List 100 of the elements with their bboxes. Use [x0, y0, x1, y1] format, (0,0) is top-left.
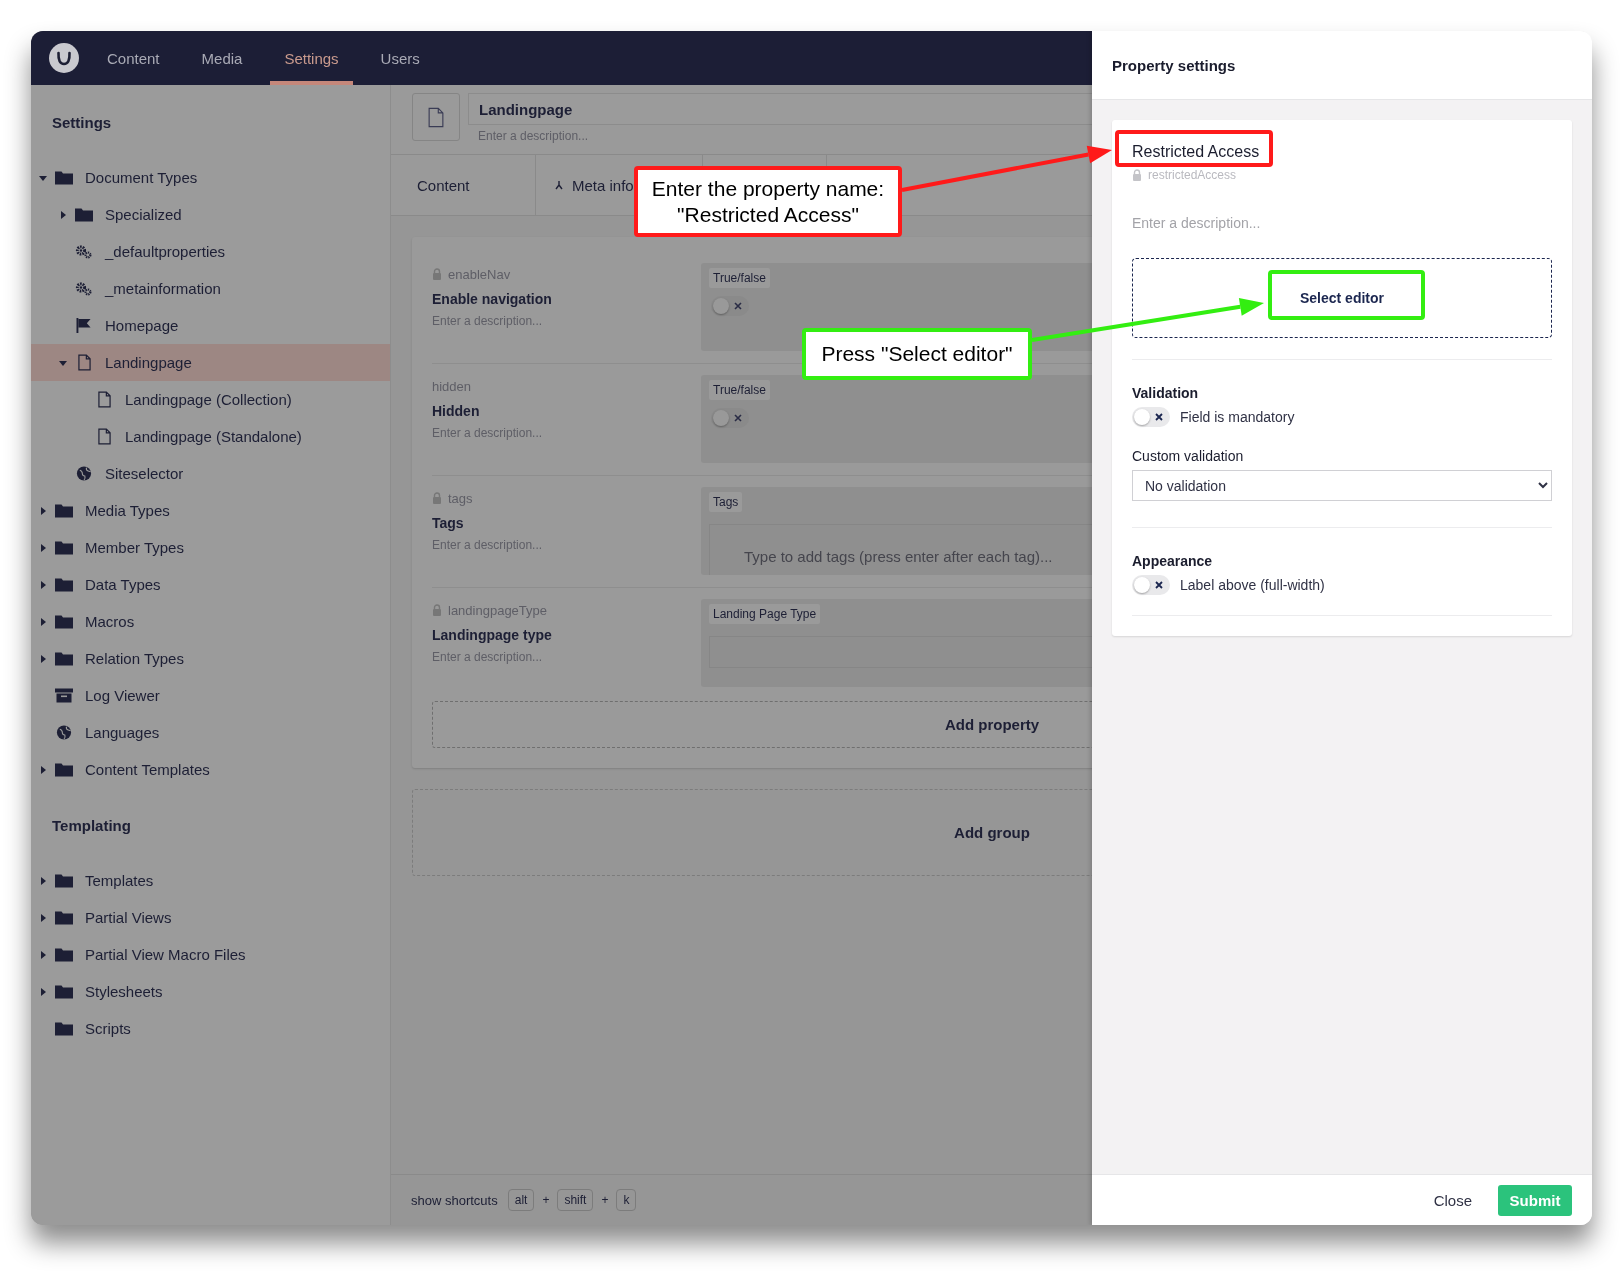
section-heading: Templating	[52, 816, 131, 834]
tree-item-row[interactable]: Log Viewer	[31, 677, 390, 714]
tree-item-row[interactable]: _defaultproperties	[31, 233, 390, 270]
flag-icon	[75, 318, 93, 333]
caret-right-icon[interactable]	[59, 210, 67, 219]
toggle-switch[interactable]	[1132, 407, 1170, 427]
tree-item-row[interactable]: Languages	[31, 714, 390, 751]
tree-item-row[interactable]: _metainformation	[31, 270, 390, 307]
tree-item-row[interactable]: Scripts	[31, 1010, 390, 1047]
toggle-switch[interactable]	[711, 296, 749, 316]
document-icon	[97, 428, 111, 445]
property-name: Enable navigation	[432, 291, 553, 307]
tab[interactable]: Content	[391, 155, 536, 215]
tree-item-row[interactable]: Landingpage (Collection)	[31, 381, 390, 418]
selected-tree-item-row[interactable]: Landingpage	[31, 344, 390, 381]
caret-right-icon[interactable]	[39, 987, 47, 996]
description-field[interactable]: Enter a description...	[432, 311, 701, 331]
folder-icon	[55, 577, 73, 592]
editor-label: True/false	[709, 268, 770, 288]
folder-icon	[55, 910, 73, 925]
globe-icon	[55, 725, 73, 740]
tree-item-row[interactable]: Relation Types	[31, 640, 390, 677]
shortcuts-label: show shortcuts	[411, 1192, 498, 1208]
tree-item-row[interactable]: Specialized	[31, 196, 390, 233]
caret-right-icon[interactable]	[39, 617, 47, 626]
tree-item-row[interactable]: Data Types	[31, 566, 390, 603]
editor-label: Tags	[709, 492, 743, 512]
description-field[interactable]: Enter a description...	[432, 535, 701, 555]
document-icon	[77, 354, 91, 371]
tree-item-row[interactable]: Partial View Macro Files	[31, 936, 390, 973]
caret-right-icon[interactable]	[39, 950, 47, 959]
toggle-switch[interactable]	[711, 408, 749, 428]
description-field[interactable]: Enter a description...	[432, 423, 701, 443]
globe-icon	[75, 466, 93, 481]
tree-item-row[interactable]: Document Types	[31, 159, 390, 196]
tree-item-row[interactable]: Homepage	[31, 307, 390, 344]
x-icon	[733, 301, 743, 311]
folder-icon	[55, 873, 73, 888]
description-field[interactable]: Enter a description...	[432, 647, 701, 667]
keyboard-key: k	[616, 1189, 637, 1211]
name-field[interactable]: Landingpage	[468, 93, 1092, 125]
tags-input-field[interactable]: Type to add tags (press enter after each tag)...	[709, 524, 1092, 575]
caret-right-icon[interactable]	[39, 506, 47, 515]
nav-tab[interactable]: Users	[366, 31, 434, 85]
toggle-switch[interactable]	[1132, 575, 1170, 595]
tree-item-row[interactable]: Landingpage (Standalone)	[31, 418, 390, 455]
keyboard-key: shift	[557, 1189, 594, 1211]
editor-label: True/false	[709, 380, 770, 400]
folder-icon	[55, 614, 73, 629]
archive-box-icon	[55, 688, 73, 703]
x-icon	[733, 413, 743, 423]
tree-item-row[interactable]: Stylesheets	[31, 973, 390, 1010]
plus-sign: +	[601, 1193, 609, 1207]
caret-right-icon[interactable]	[39, 654, 47, 663]
document-icon	[97, 391, 111, 408]
document-icon	[428, 106, 444, 128]
caret-right-icon[interactable]	[39, 580, 47, 589]
tree-item-row[interactable]: Media Types	[31, 492, 390, 529]
property-alias: restrictedAccess	[1148, 168, 1237, 182]
tree-item-row[interactable]: Templates	[31, 862, 390, 899]
callout-tooltip: Enter the property name: "Restricted Access"	[634, 166, 902, 237]
property-name: Hidden	[432, 403, 481, 419]
caret-right-icon[interactable]	[39, 765, 47, 774]
section-heading: Settings	[52, 113, 112, 131]
folder-icon	[55, 762, 73, 777]
nav-tab[interactable]: Content	[93, 31, 174, 85]
property-alias: landingpageType	[448, 602, 548, 618]
caret-right-icon[interactable]	[39, 876, 47, 885]
tree-item-row[interactable]: Partial Views	[31, 899, 390, 936]
caret-down-icon[interactable]	[39, 173, 47, 182]
plus-sign: +	[542, 1193, 550, 1207]
tree-item-row[interactable]: Siteselector	[31, 455, 390, 492]
keyboard-key: alt	[507, 1189, 535, 1211]
folder-icon	[55, 503, 73, 518]
close-button[interactable]: Close	[1427, 1190, 1478, 1210]
caret-right-icon[interactable]	[39, 913, 47, 922]
folder-icon	[55, 540, 73, 555]
document-type-icon-picker[interactable]	[412, 93, 460, 141]
folder-icon	[55, 947, 73, 962]
x-icon	[1154, 580, 1164, 590]
callout-tooltip: Press "Select editor"	[802, 328, 1032, 380]
field-label: Custom validation	[1132, 448, 1245, 464]
description-field[interactable]: Enter a description...	[468, 125, 1092, 147]
editor-label: Landing Page Type	[709, 604, 821, 624]
tree-item-row[interactable]: Content Templates	[31, 751, 390, 788]
validation-select[interactable]: No validation	[1132, 470, 1552, 501]
folder-icon	[75, 207, 93, 222]
folder-icon	[55, 984, 73, 999]
tree-item-row[interactable]: Member Types	[31, 529, 390, 566]
property-alias: tags	[448, 490, 473, 506]
tree-item-row[interactable]: Macros	[31, 603, 390, 640]
caret-right-icon[interactable]	[39, 543, 47, 552]
property-alias: hidden	[432, 378, 472, 394]
logo-icon[interactable]	[49, 43, 79, 73]
toggle-label: Label above (full-width)	[1180, 577, 1325, 593]
section-heading: Appearance	[1132, 553, 1214, 569]
caret-down-icon[interactable]	[59, 358, 67, 367]
drag-handle-icon	[554, 180, 564, 190]
nav-tab[interactable]: Settings	[270, 31, 353, 85]
nav-tab[interactable]: Media	[187, 31, 257, 85]
